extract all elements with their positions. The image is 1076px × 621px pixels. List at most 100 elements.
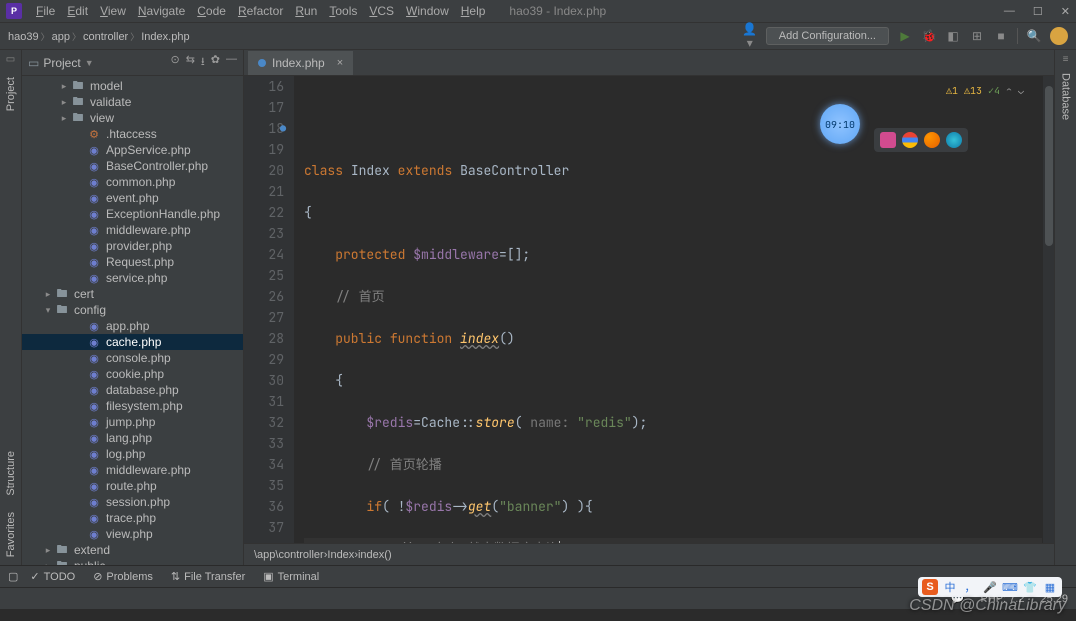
tree-expander-icon[interactable]: ▸ xyxy=(58,113,70,124)
file-transfer-tool[interactable]: ⇅ File Transfer xyxy=(171,570,245,583)
menu-refactor[interactable]: Refactor xyxy=(232,4,289,18)
problems-tool[interactable]: ⊘ Problems xyxy=(93,570,153,583)
editor-vertical-scrollbar[interactable] xyxy=(1042,76,1054,543)
close-tab-icon[interactable]: × xyxy=(337,57,343,69)
chevron-down-icon[interactable]: ▼ xyxy=(85,58,94,68)
ime-punct-icon[interactable]: ， xyxy=(962,579,978,595)
inspection-summary[interactable]: ⚠1 ⚠13 ✓4 ⌃⌄ xyxy=(946,80,1024,101)
tree-file[interactable]: ◉log.php xyxy=(22,446,243,462)
tree-file[interactable]: ⚙.htaccess xyxy=(22,126,243,142)
project-tree[interactable]: ▸🖿model▸🖿validate▸🖿view⚙.htaccess◉AppSer… xyxy=(22,76,243,565)
phpstorm-icon[interactable] xyxy=(880,132,896,148)
tree-folder[interactable]: ▸🖿validate xyxy=(22,94,243,110)
avatar[interactable] xyxy=(1050,27,1068,45)
tree-file[interactable]: ◉jump.php xyxy=(22,414,243,430)
tree-folder[interactable]: ▸🖿view xyxy=(22,110,243,126)
editor-tab[interactable]: Index.php × xyxy=(248,51,353,75)
breadcrumb[interactable]: Index.php xyxy=(141,31,189,43)
line-number[interactable]: 34 xyxy=(244,454,284,475)
search-icon[interactable]: 🔍 xyxy=(1026,29,1042,43)
todo-tool[interactable]: ✓ TODO xyxy=(30,570,75,583)
line-number[interactable]: 37 xyxy=(244,517,284,538)
line-number[interactable]: 16 xyxy=(244,76,284,97)
line-number[interactable]: 25 xyxy=(244,265,284,286)
menu-navigate[interactable]: Navigate xyxy=(132,4,191,18)
tree-file[interactable]: ◉app.php xyxy=(22,318,243,334)
add-configuration-button[interactable]: Add Configuration... xyxy=(766,27,889,45)
line-number[interactable]: 32 xyxy=(244,412,284,433)
tree-file[interactable]: ◉ExceptionHandle.php xyxy=(22,206,243,222)
ime-keyboard-icon[interactable]: ⌨ xyxy=(1002,579,1018,595)
ime-bar[interactable]: S 中 ， 🎤 ⌨ 👕 ▦ xyxy=(918,577,1062,597)
line-number[interactable]: 29 xyxy=(244,349,284,370)
hide-icon[interactable]: ― xyxy=(226,53,237,72)
chrome-icon[interactable] xyxy=(902,132,918,148)
menu-help[interactable]: Help xyxy=(455,4,492,18)
close-icon[interactable]: ✕ xyxy=(1061,5,1070,18)
tree-file[interactable]: ◉route.php xyxy=(22,478,243,494)
tree-file[interactable]: ◉BaseController.php xyxy=(22,158,243,174)
minimize-icon[interactable]: ― xyxy=(1004,5,1015,18)
menu-tools[interactable]: Tools xyxy=(323,4,363,18)
user-icon[interactable]: 👤▾ xyxy=(742,22,758,50)
tree-expander-icon[interactable]: ▸ xyxy=(58,81,70,92)
collapse-all-icon[interactable]: ⭳ xyxy=(201,53,205,72)
sogou-icon[interactable]: S xyxy=(922,579,938,595)
ime-lang-icon[interactable]: 中 xyxy=(942,579,958,595)
firefox-icon[interactable] xyxy=(924,132,940,148)
project-icon[interactable]: ▭ xyxy=(6,54,15,65)
database-icon[interactable]: ≡ xyxy=(1063,54,1069,65)
line-number[interactable]: 22 xyxy=(244,202,284,223)
tree-expander-icon[interactable]: ▸ xyxy=(58,97,70,108)
code-area[interactable]: 161718●192021222324252627282930313233343… xyxy=(244,76,1054,543)
menu-file[interactable]: File xyxy=(30,4,61,18)
menu-view[interactable]: View xyxy=(94,4,132,18)
code-breadcrumbs[interactable]: \app\controller › Index › index() xyxy=(244,543,1054,565)
right-tab-database[interactable]: Database xyxy=(1058,65,1074,128)
line-number[interactable]: 17 xyxy=(244,97,284,118)
left-tab-project[interactable]: Project xyxy=(3,69,19,119)
line-number[interactable]: 30 xyxy=(244,370,284,391)
line-number[interactable]: 21 xyxy=(244,181,284,202)
edge-icon[interactable] xyxy=(946,132,962,148)
run-icon[interactable]: ▶ xyxy=(897,29,913,43)
line-number[interactable]: 27 xyxy=(244,307,284,328)
left-tab-favorites[interactable]: Favorites xyxy=(3,504,19,565)
profile-icon[interactable]: ⊞ xyxy=(969,29,985,43)
line-number[interactable]: 26 xyxy=(244,286,284,307)
expand-all-icon[interactable]: ⇆ xyxy=(186,53,195,72)
terminal-tool[interactable]: ▣ Terminal xyxy=(263,570,319,583)
maximize-icon[interactable]: ☐ xyxy=(1033,5,1043,18)
ime-toolbox-icon[interactable]: ▦ xyxy=(1042,579,1058,595)
line-number[interactable]: 35 xyxy=(244,475,284,496)
tree-file[interactable]: ◉provider.php xyxy=(22,238,243,254)
line-number[interactable]: 23 xyxy=(244,223,284,244)
tree-file[interactable]: ◉lang.php xyxy=(22,430,243,446)
breadcrumb[interactable]: app xyxy=(52,31,70,43)
tree-file[interactable]: ◉cookie.php xyxy=(22,366,243,382)
settings-icon[interactable]: ✿ xyxy=(211,53,220,72)
tree-file[interactable]: ◉event.php xyxy=(22,190,243,206)
tree-file[interactable]: ◉AppService.php xyxy=(22,142,243,158)
tool-window-quick-access-icon[interactable]: ▢ xyxy=(8,570,18,583)
menu-vcs[interactable]: VCS xyxy=(363,4,400,18)
menu-window[interactable]: Window xyxy=(400,4,455,18)
tree-folder[interactable]: ▸🖿public xyxy=(22,558,243,565)
tree-file[interactable]: ◉session.php xyxy=(22,494,243,510)
coverage-icon[interactable]: ◧ xyxy=(945,29,961,43)
line-number[interactable]: 38 xyxy=(244,538,284,543)
menu-run[interactable]: Run xyxy=(289,4,323,18)
menu-edit[interactable]: Edit xyxy=(61,4,94,18)
tree-folder[interactable]: ▸🖿model xyxy=(22,78,243,94)
browser-tray[interactable] xyxy=(874,128,968,152)
line-number[interactable]: 18● xyxy=(244,118,284,139)
tree-file[interactable]: ◉trace.php xyxy=(22,510,243,526)
code-content[interactable]: ⚠1 ⚠13 ✓4 ⌃⌄ 09:10 class Index extends B… xyxy=(294,76,1042,543)
line-number[interactable]: 36 xyxy=(244,496,284,517)
tree-file[interactable]: ◉middleware.php xyxy=(22,462,243,478)
tree-file[interactable]: ◉cache.php xyxy=(22,334,243,350)
line-number[interactable]: 33 xyxy=(244,433,284,454)
tree-file[interactable]: ◉middleware.php xyxy=(22,222,243,238)
line-number[interactable]: 28 xyxy=(244,328,284,349)
line-number[interactable]: 20 xyxy=(244,160,284,181)
